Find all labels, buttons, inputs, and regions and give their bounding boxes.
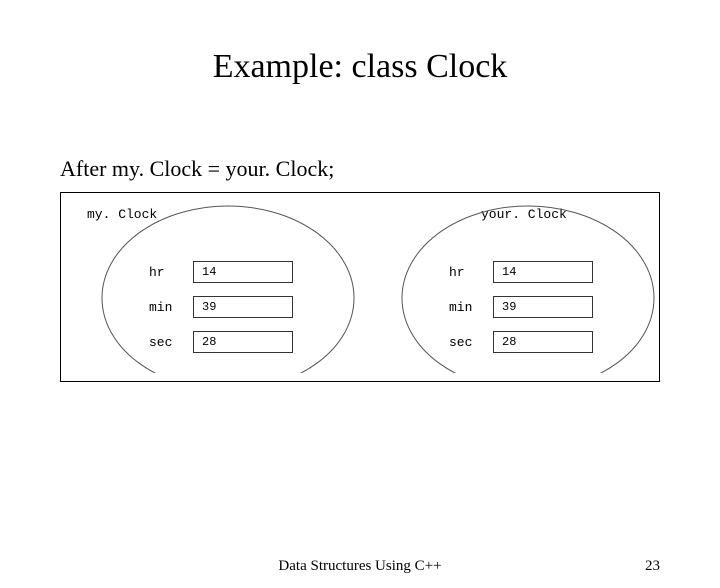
field-label: sec: [149, 335, 179, 350]
slide-title: Example: class Clock: [0, 48, 720, 86]
field-row-min: min 39: [149, 296, 293, 318]
diagram-container: my. Clock hr 14 min 39 sec 28 your. Cloc…: [60, 192, 660, 382]
field-label: min: [449, 300, 479, 315]
field-value: 14: [193, 261, 293, 283]
field-row-sec: sec 28: [149, 331, 293, 353]
slide-subtitle: After my. Clock = your. Clock;: [60, 156, 720, 182]
field-row-sec: sec 28: [449, 331, 593, 353]
page-number: 23: [645, 558, 660, 575]
footer-text: Data Structures Using C++: [278, 558, 441, 575]
field-label: sec: [449, 335, 479, 350]
field-label: hr: [149, 265, 179, 280]
field-row-min: min 39: [449, 296, 593, 318]
field-value: 14: [493, 261, 593, 283]
field-row-hr: hr 14: [149, 261, 293, 283]
field-value: 39: [193, 296, 293, 318]
field-value: 28: [493, 331, 593, 353]
object-right: your. Clock hr 14 min 39 sec 28: [371, 201, 661, 371]
field-row-hr: hr 14: [449, 261, 593, 283]
field-value: 28: [193, 331, 293, 353]
field-value: 39: [493, 296, 593, 318]
field-label: hr: [449, 265, 479, 280]
field-label: min: [149, 300, 179, 315]
slide: Example: class Clock After my. Clock = y…: [0, 48, 720, 588]
object-left: my. Clock hr 14 min 39 sec 28: [71, 201, 361, 371]
